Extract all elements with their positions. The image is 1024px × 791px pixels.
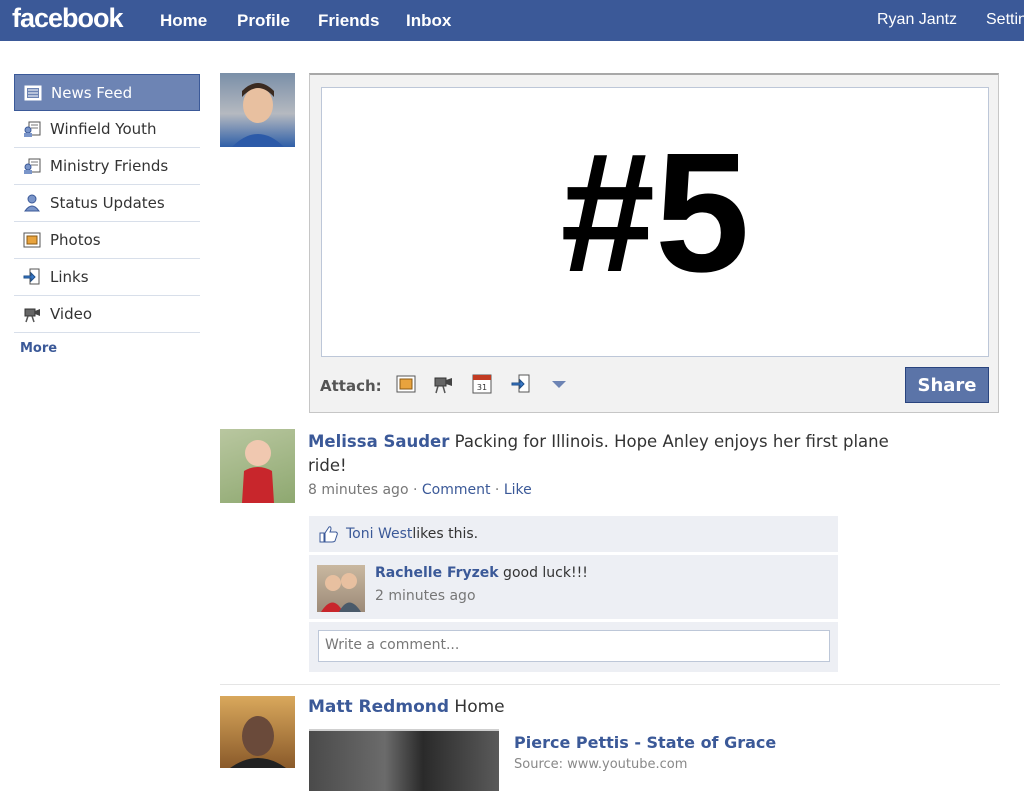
video-thumbnail[interactable]	[309, 729, 499, 791]
top-bar: facebook Home Profile Friends Inbox Ryan…	[0, 0, 1024, 41]
avatar[interactable]	[220, 73, 295, 147]
video-camera-icon[interactable]	[432, 373, 454, 395]
likes-text: likes this.	[412, 526, 479, 542]
liker-name-link[interactable]: Toni West	[346, 526, 412, 542]
sidebar-item-label: Ministry Friends	[50, 157, 169, 175]
nav-home[interactable]: Home	[160, 11, 207, 31]
avatar[interactable]	[220, 429, 295, 503]
sidebar-item-label: Winfield Youth	[50, 120, 157, 138]
video-source: Source: www.youtube.com	[514, 757, 688, 772]
write-comment-input[interactable]: Write a comment...	[318, 630, 830, 662]
photo-icon[interactable]	[395, 373, 417, 395]
likes-row: Toni West likes this.	[309, 516, 838, 552]
sidebar-item-label: Photos	[50, 231, 101, 249]
story-timestamp: 8 minutes ago	[308, 482, 409, 498]
facebook-logo[interactable]: facebook	[12, 3, 124, 34]
nav-inbox[interactable]: Inbox	[406, 11, 451, 31]
story-divider	[220, 684, 1000, 685]
story-author-link[interactable]: Matt Redmond	[308, 697, 449, 717]
video-camera-icon	[24, 308, 40, 323]
status-input[interactable]: #5	[321, 87, 989, 357]
nav-friends[interactable]: Friends	[318, 11, 379, 31]
sidebar-item-links[interactable]: Links	[14, 259, 200, 296]
comment-link[interactable]: Comment	[422, 482, 491, 498]
link-icon[interactable]	[510, 373, 532, 395]
thumbs-up-icon	[319, 526, 338, 543]
like-link[interactable]: Like	[504, 482, 532, 498]
comment-message: good luck!!!	[498, 565, 588, 581]
sidebar-item-label: Links	[50, 268, 89, 286]
sidebar-item-ministry-friends[interactable]: Ministry Friends	[14, 148, 200, 185]
link-icon	[23, 268, 40, 285]
svg-text:31: 31	[477, 383, 487, 392]
left-sidebar: News Feed Winfield Youth Ministry Friend…	[14, 74, 200, 356]
share-button[interactable]: Share	[905, 367, 989, 403]
user-name-link[interactable]: Ryan Jantz	[877, 11, 957, 29]
video-title-link[interactable]: Pierce Pettis - State of Grace	[514, 733, 776, 752]
sidebar-item-label: Status Updates	[50, 194, 165, 212]
dropdown-arrow-icon[interactable]	[548, 373, 570, 395]
person-icon	[24, 194, 40, 212]
settings-link[interactable]: Settin	[986, 11, 1024, 29]
attach-label: Attach:	[320, 377, 382, 395]
photo-icon	[23, 232, 41, 248]
sidebar-item-status-updates[interactable]: Status Updates	[14, 185, 200, 222]
news-feed-icon	[24, 85, 42, 100]
story-meta: 8 minutes ago · Comment · Like	[308, 482, 532, 498]
comment-text: Rachelle Fryzek good luck!!!	[375, 565, 588, 581]
sidebar-more-link[interactable]: More	[14, 333, 200, 356]
group-list-icon	[24, 121, 41, 137]
avatar[interactable]	[317, 565, 365, 612]
sidebar-item-news-feed[interactable]: News Feed	[14, 74, 200, 111]
nav-profile[interactable]: Profile	[237, 11, 290, 31]
comment-author-link[interactable]: Rachelle Fryzek	[375, 565, 499, 581]
write-comment-row: Write a comment...	[309, 622, 838, 672]
comment-row: Rachelle Fryzek good luck!!! 2 minutes a…	[309, 555, 838, 619]
avatar[interactable]	[220, 696, 295, 768]
story-author-link[interactable]: Melissa Sauder	[308, 432, 449, 451]
sidebar-item-label: News Feed	[51, 83, 133, 102]
group-list-icon	[24, 158, 41, 174]
story-text: Melissa Sauder Packing for Illinois. Hop…	[308, 430, 908, 478]
sidebar-item-photos[interactable]: Photos	[14, 222, 200, 259]
slide-number-text: #5	[560, 118, 750, 308]
sidebar-item-winfield-youth[interactable]: Winfield Youth	[14, 111, 200, 148]
comment-timestamp: 2 minutes ago	[375, 588, 476, 604]
sidebar-item-video[interactable]: Video	[14, 296, 200, 333]
event-calendar-icon[interactable]: 31	[471, 373, 493, 395]
publisher-box: #5 Attach: 31 Share	[309, 73, 999, 413]
sidebar-item-label: Video	[50, 305, 93, 323]
story-text: Matt Redmond Home	[308, 697, 505, 717]
story-message: Home	[449, 697, 505, 717]
